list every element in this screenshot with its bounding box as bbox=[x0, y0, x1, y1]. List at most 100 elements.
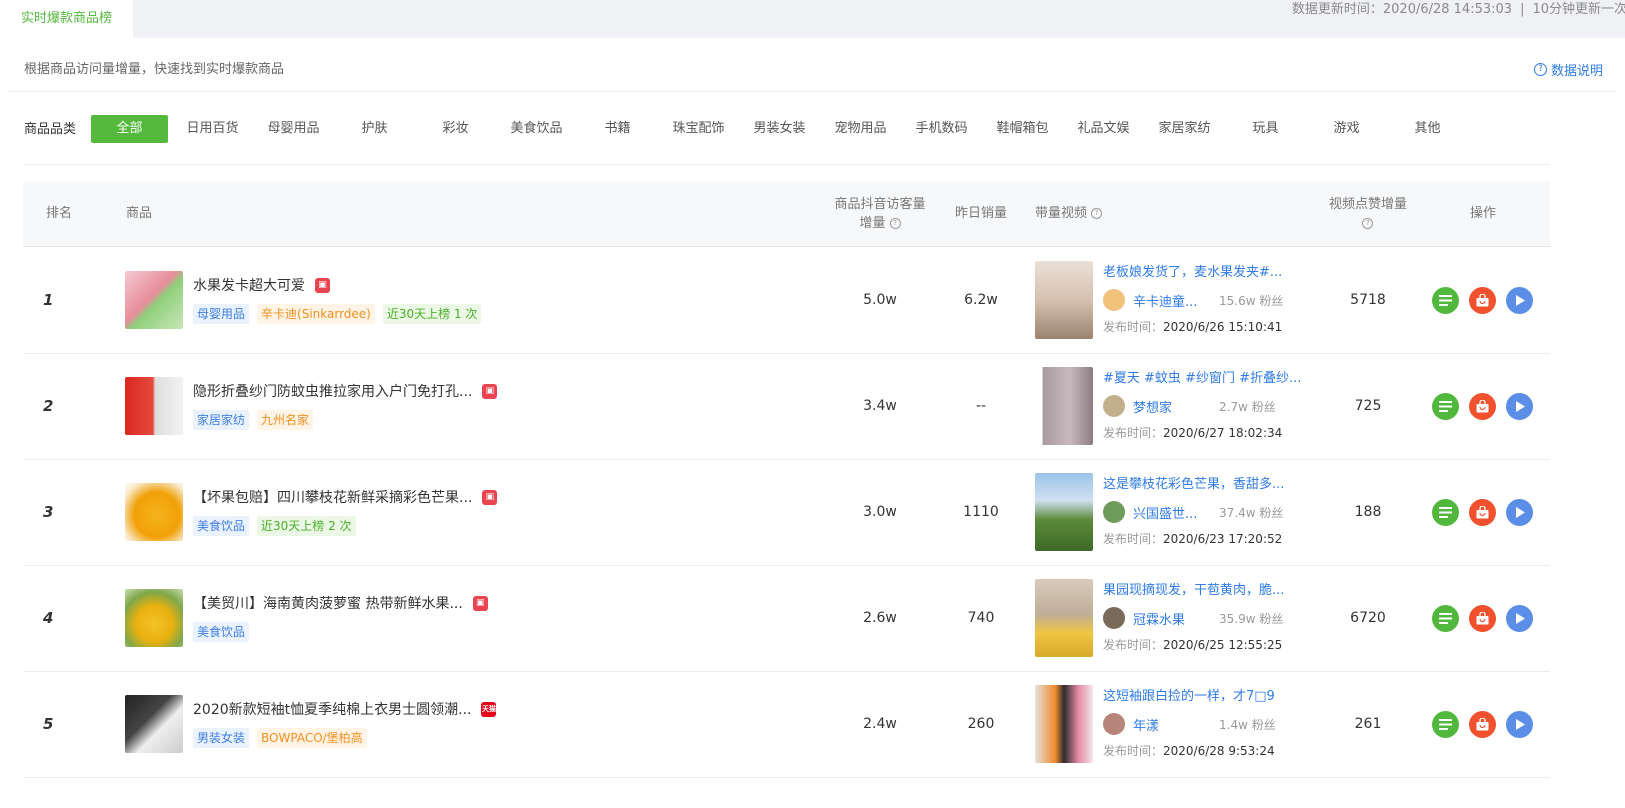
product-tag[interactable]: 家居家纺 bbox=[193, 410, 250, 430]
video-title-link[interactable]: 这是攀枝花彩色芒果，香甜多... bbox=[1103, 473, 1284, 492]
product-tag[interactable]: 男装女装 bbox=[193, 728, 250, 748]
product-title-text: 2020新款短袖t恤夏季纯棉上衣男士圆领潮... bbox=[193, 702, 472, 718]
category-7[interactable]: 珠宝配饰 bbox=[658, 115, 739, 143]
play-icon bbox=[1515, 401, 1525, 412]
detail-button[interactable] bbox=[1432, 711, 1459, 738]
detail-button[interactable] bbox=[1432, 287, 1459, 314]
tab-realtime-hot-products[interactable]: 实时爆款商品榜 bbox=[0, 0, 133, 40]
author-name-link[interactable]: 兴国盛世... bbox=[1133, 503, 1219, 522]
publish-time-label: 发布时间： bbox=[1103, 744, 1164, 758]
category-1[interactable]: 日用百货 bbox=[172, 115, 253, 143]
product-title[interactable]: 【美贸川】海南黄肉菠萝蜜 热带新鲜水果... ▣ bbox=[193, 593, 488, 613]
list-icon bbox=[1439, 507, 1452, 518]
yesterday-sales: 260 bbox=[967, 716, 995, 732]
detail-button[interactable] bbox=[1432, 605, 1459, 632]
video-title-link[interactable]: 果园现摘现发，干苞黄肉，脆... bbox=[1103, 579, 1284, 598]
product-thumbnail[interactable] bbox=[125, 589, 183, 647]
category-9[interactable]: 宠物用品 bbox=[820, 115, 901, 143]
product-title[interactable]: 2020新款短袖t恤夏季纯棉上衣男士圆领潮... 天猫 bbox=[193, 699, 497, 719]
top-bar: 实时爆款商品榜 数据更新时间：2020/6/28 14:53:03 | 10分钟更新… bbox=[0, 0, 1625, 40]
product-tag[interactable]: 九州名家 bbox=[257, 410, 314, 430]
play-button[interactable] bbox=[1506, 393, 1533, 420]
category-13[interactable]: 家居家纺 bbox=[1144, 115, 1225, 143]
video-thumbnail[interactable] bbox=[1035, 685, 1093, 763]
shop-button[interactable] bbox=[1469, 605, 1496, 632]
product-tag[interactable]: 美食饮品 bbox=[193, 622, 250, 642]
category-8[interactable]: 男装女装 bbox=[739, 115, 820, 143]
store-icon: ▣ bbox=[472, 595, 488, 611]
publish-time: 发布时间：2020/6/23 17:20:52 bbox=[1103, 530, 1282, 547]
product-tag[interactable]: 辛卡迪(Sinkarrdee) bbox=[257, 304, 375, 324]
product-thumbnail[interactable] bbox=[125, 377, 183, 435]
category-12[interactable]: 礼品文娱 bbox=[1063, 115, 1144, 143]
header-action: 操作 bbox=[1469, 206, 1496, 221]
video-title-link[interactable]: 这短袖跟白捡的一样，才7□9 bbox=[1103, 685, 1275, 704]
shop-button[interactable] bbox=[1469, 711, 1496, 738]
category-5[interactable]: 美食饮品 bbox=[496, 115, 577, 143]
product-tag[interactable]: 美食饮品 bbox=[193, 516, 250, 536]
product-tags: 男装女装 BOWPACO/堡柏高 bbox=[193, 728, 367, 748]
category-0[interactable]: 全部 bbox=[91, 115, 168, 143]
product-tag[interactable]: 母婴用品 bbox=[193, 304, 250, 324]
avatar[interactable] bbox=[1103, 713, 1125, 735]
question-icon[interactable]: ? bbox=[889, 217, 901, 229]
fan-count: 37.4w 粉丝 bbox=[1219, 504, 1283, 521]
category-2[interactable]: 母婴用品 bbox=[253, 115, 334, 143]
author-name-link[interactable]: 年漾 bbox=[1133, 715, 1219, 734]
detail-button[interactable] bbox=[1432, 499, 1459, 526]
author-name-link[interactable]: 冠霖水果 bbox=[1133, 609, 1219, 628]
avatar[interactable] bbox=[1103, 501, 1125, 523]
shop-button[interactable] bbox=[1469, 499, 1496, 526]
product-thumbnail[interactable] bbox=[125, 695, 183, 753]
shop-button[interactable] bbox=[1469, 287, 1496, 314]
product-tag[interactable]: BOWPACO/堡柏高 bbox=[257, 728, 367, 748]
question-icon[interactable]: ? bbox=[1362, 217, 1374, 229]
product-thumbnail[interactable] bbox=[125, 483, 183, 541]
avatar[interactable] bbox=[1103, 289, 1125, 311]
publish-time-label: 发布时间： bbox=[1103, 426, 1164, 440]
video-title-link[interactable]: #夏天 #蚊虫 #纱窗门 #折叠纱... bbox=[1103, 367, 1301, 386]
header-video-label: 带量视频 bbox=[1035, 206, 1088, 221]
product-thumbnail[interactable] bbox=[125, 271, 183, 329]
category-3[interactable]: 护肤 bbox=[334, 115, 415, 143]
publish-time-label: 发布时间： bbox=[1103, 532, 1164, 546]
rank-number: 5 bbox=[43, 715, 54, 733]
video-thumbnail[interactable] bbox=[1035, 473, 1093, 551]
category-10[interactable]: 手机数码 bbox=[901, 115, 982, 143]
play-button[interactable] bbox=[1506, 499, 1533, 526]
play-button[interactable] bbox=[1506, 287, 1533, 314]
category-14[interactable]: 玩具 bbox=[1225, 115, 1306, 143]
product-title[interactable]: 隐形折叠纱门防蚊虫推拉家用入户门免打孔... ▣ bbox=[193, 381, 498, 401]
avatar[interactable] bbox=[1103, 607, 1125, 629]
play-button[interactable] bbox=[1506, 711, 1533, 738]
shopping-bag-icon bbox=[1476, 400, 1489, 413]
category-11[interactable]: 鞋帽箱包 bbox=[982, 115, 1063, 143]
fan-count-suffix: 粉丝 bbox=[1259, 505, 1284, 520]
detail-button[interactable] bbox=[1432, 393, 1459, 420]
avatar[interactable] bbox=[1103, 395, 1125, 417]
category-16[interactable]: 其他 bbox=[1387, 115, 1468, 143]
publish-time-value: 2020/6/26 15:10:41 bbox=[1163, 320, 1283, 334]
video-thumbnail[interactable] bbox=[1035, 579, 1093, 657]
video-thumbnail[interactable] bbox=[1035, 261, 1093, 339]
shop-button[interactable] bbox=[1469, 393, 1496, 420]
category-4[interactable]: 彩妆 bbox=[415, 115, 496, 143]
video-author: 冠霖水果 35.9w 粉丝 bbox=[1103, 607, 1283, 629]
visits-increment: 3.4w bbox=[863, 398, 897, 414]
product-title[interactable]: 【坏果包赔】四川攀枝花新鲜采摘彩色芒果... ▣ bbox=[193, 487, 498, 507]
rank-number: 3 bbox=[43, 503, 54, 521]
author-name-link[interactable]: 辛卡迪童... bbox=[1133, 291, 1219, 310]
video-title-link[interactable]: 老板娘发货了，麦水果发夹#... bbox=[1103, 261, 1282, 280]
video-thumbnail[interactable] bbox=[1035, 367, 1093, 445]
data-help-label: 数据说明 bbox=[1550, 64, 1603, 79]
author-name-link[interactable]: 梦想家 bbox=[1133, 397, 1219, 416]
category-15[interactable]: 游戏 bbox=[1306, 115, 1387, 143]
category-6[interactable]: 书籍 bbox=[577, 115, 658, 143]
product-title[interactable]: 水果发卡超大可爱 ▣ bbox=[193, 275, 330, 295]
play-button[interactable] bbox=[1506, 605, 1533, 632]
product-title-text: 水果发卡超大可爱 bbox=[193, 278, 305, 294]
fan-count-value: 15.6w bbox=[1219, 293, 1256, 308]
data-help-link[interactable]: ? 数据说明 bbox=[1533, 60, 1603, 79]
question-icon[interactable]: ? bbox=[1091, 208, 1103, 219]
shopping-bag-icon bbox=[1476, 506, 1489, 519]
